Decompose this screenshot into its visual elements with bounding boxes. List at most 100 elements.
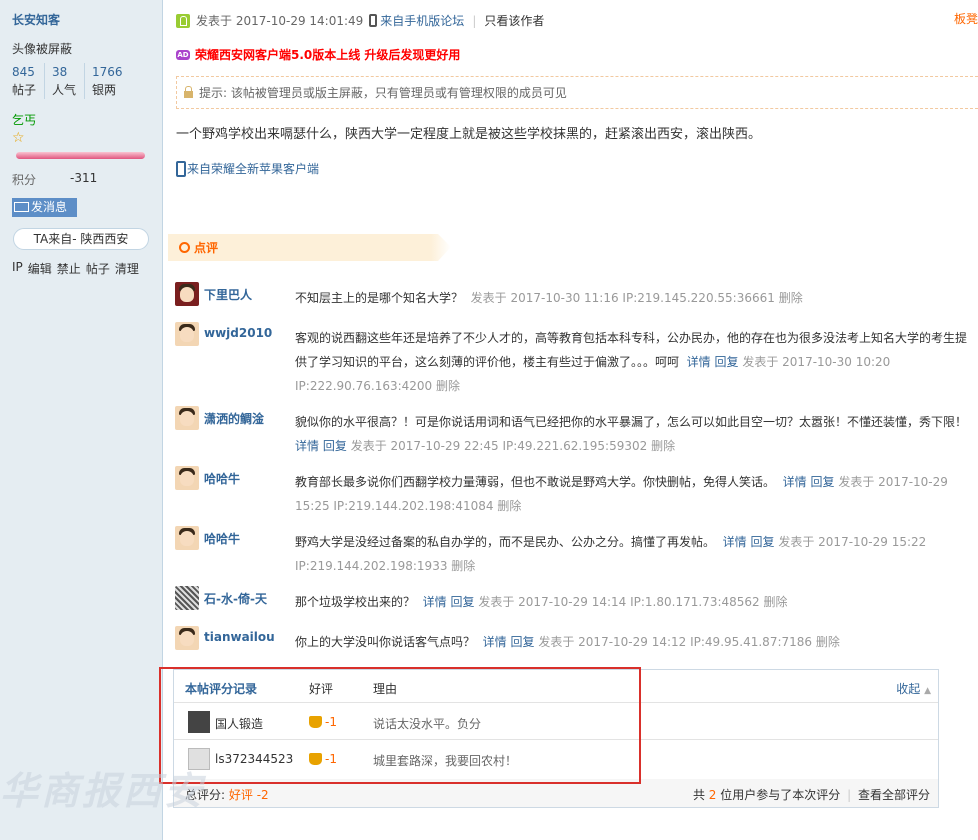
comment-circle-icon [179,242,190,253]
admin-link-edit[interactable]: 编辑 [28,260,52,277]
avatar[interactable] [175,466,199,490]
rating-collapse-button[interactable]: 收起 ▲ [896,680,931,697]
comment-detail-link[interactable]: 详情 [783,475,807,489]
phone-icon [369,14,378,27]
comment-detail-link[interactable]: 详情 [295,439,319,453]
comment-text: 不知层主上的是哪个知名大学？ [295,291,464,305]
post-main: 发表于 2017-10-29 14:01:49 来自手机版论坛 | 只看该作者 … [159,0,978,840]
comment-delete-link[interactable]: 删除 [764,595,788,609]
comment-reply-link[interactable]: 回复 [811,475,835,489]
admin-link-posts[interactable]: 帖子 [86,260,110,277]
posted-time: 2017-10-29 14:01:49 [235,13,364,28]
comment-delete-link[interactable]: 删除 [651,439,675,453]
admin-link-ip[interactable]: IP [12,260,23,277]
stat-money-label: 银两 [92,83,117,97]
send-message-button[interactable]: 发消息 [12,198,77,217]
comment-delete-link[interactable]: 删除 [451,559,475,573]
comments-header: 点评 [168,234,451,261]
comment-text: 你上的大学没叫你说话客气点吗？ [295,635,476,649]
avatar[interactable] [175,626,199,650]
comment-delete-link[interactable]: 删除 [816,635,840,649]
rating-total-value: 好评 -2 [228,788,269,802]
comment-body: 你上的大学没叫你说话客气点吗？ 详情 回复 发表于 2017-10-29 14:… [295,630,978,654]
mobile-forum-link[interactable]: 来自手机版论坛 [380,12,464,29]
admin-link-ban[interactable]: 禁止 [57,260,81,277]
author-username[interactable]: 长安知客 [12,11,60,28]
stat-posts-value: 845 [12,65,35,79]
floor-link[interactable]: 板凳 [954,10,978,27]
comment-body: 野鸡大学是没经过备案的私自办学的，而不是民办、公办之分。搞懂了再发帖。 详情 回… [295,530,978,578]
ad-banner[interactable]: AD 荣耀西安网客户端5.0版本上线 升级后发现更好用 [176,46,460,63]
comment-reply-link[interactable]: 回复 [451,595,475,609]
avatar[interactable] [175,526,199,550]
stat-popularity-value: 38 [52,65,68,79]
author-stats: 845 帖子 38 人气 1766 银两 [5,63,131,99]
participants-prefix: 共 [692,788,705,802]
comment-detail-link[interactable]: 详情 [423,595,447,609]
rating-summary: 共 2 位用户参与了本次评分 | 查看全部评分 [693,786,930,803]
only-author-link[interactable]: 只看该作者 [484,12,544,29]
comment-delete-link[interactable]: 删除 [436,379,460,393]
comment-delete-link[interactable]: 删除 [779,291,803,305]
comment-meta: 发表于 2017-10-29 14:12 IP:49.95.41.87:7186 [538,635,813,649]
rating-collapse-label: 收起 [896,682,921,696]
ad-text: 荣耀西安网客户端5.0版本上线 升级后发现更好用 [195,48,461,62]
stat-money-value: 1766 [92,65,123,79]
stat-popularity[interactable]: 38 人气 [44,63,84,99]
comment-author[interactable]: tianwailou [204,630,275,644]
online-status-icon [176,13,190,28]
envelope-icon [14,202,29,212]
comment-author[interactable]: 下里巴人 [204,286,252,303]
author-rank: 乞丐 [12,113,37,127]
post-content: 一个野鸡学校出来嗝瑟什么，陕西大学一定程度上就是被这些学校抹黑的，赶紧滚出西安，… [176,127,762,142]
comment-author[interactable]: 哈哈牛 [204,530,240,547]
comment-author[interactable]: 石-水-倚-天 [204,590,267,607]
comment-body: 不知层主上的是哪个知名大学？ 发表于 2017-10-30 11:16 IP:2… [295,286,978,310]
comment-reply-link[interactable]: 回复 [323,439,347,453]
caret-up-icon: ▲ [924,686,931,696]
client-source[interactable]: 来自荣耀全新苹果客户端 [176,160,319,177]
comment-body: 那个垃圾学校出来的？ 详情 回复 发表于 2017-10-29 14:14 IP… [295,590,978,614]
comment-text: 貌似你的水平很高？！可是你说话用词和语气已经把你的水平暴漏了，怎么可以如此目空一… [295,415,968,429]
comment-meta: 发表于 2017-10-30 11:16 IP:219.145.220.55:3… [470,291,775,305]
author-sidebar: 长安知客 头像被屏蔽 845 帖子 38 人气 1766 银两 乞丐 ☆ 积分 … [0,0,163,840]
comment-reply-link[interactable]: 回复 [751,535,775,549]
lock-icon [184,86,193,98]
comment-meta: 发表于 2017-10-29 22:45 IP:49.221.62.195:59… [350,439,648,453]
rank-progress-bar [16,152,145,159]
avatar[interactable] [175,322,199,346]
avatar[interactable] [175,406,199,430]
blocked-notice: 提示: 该帖被管理员或版主屏蔽，只有管理员或有管理权限的成员可见 [176,76,978,109]
highlight-annotation [159,667,641,784]
comment-author[interactable]: 潇洒的鲷淦 [204,410,264,427]
view-all-ratings-link[interactable]: 查看全部评分 [858,788,930,802]
send-message-label: 发消息 [31,200,68,214]
comments-header-title: 点评 [194,241,219,255]
comment-text: 教育部长最多说你们西翻学校力量薄弱，但也不敢说是野鸡大学。你快删帖，免得人笑话。 [295,475,776,489]
posted-prefix: 发表于 [196,14,233,28]
comment-body: 貌似你的水平很高？！可是你说话用词和语气已经把你的水平暴漏了，怎么可以如此目空一… [295,410,978,458]
comment-author[interactable]: 哈哈牛 [204,470,240,487]
comment-detail-link[interactable]: 详情 [483,635,507,649]
ad-badge-icon: AD [176,49,190,60]
comment-reply-link[interactable]: 回复 [511,635,535,649]
avatar[interactable] [175,586,199,610]
comment-delete-link[interactable]: 删除 [497,499,521,513]
comment-reply-link[interactable]: 回复 [715,355,739,369]
separator: | [472,13,477,28]
participants-suffix: 位用户参与了本次评分 [720,788,841,802]
comment-author[interactable]: wwjd2010 [204,326,272,340]
star-icon: ☆ [12,130,25,146]
comment-detail-link[interactable]: 详情 [723,535,747,549]
admin-link-clean[interactable]: 清理 [115,260,139,277]
separator: | [847,788,852,802]
mobile-icon [176,160,186,177]
comment-detail-link[interactable]: 详情 [687,355,711,369]
participants-count: 2 [708,788,717,802]
author-location: TA来自- 陕西西安 [13,228,149,250]
comment-text: 那个垃圾学校出来的？ [295,595,416,609]
stat-posts[interactable]: 845 帖子 [5,63,44,99]
avatar[interactable] [175,282,199,306]
stat-money[interactable]: 1766 银两 [84,63,131,99]
comment-body: 客观的说西翻这些年还是培养了不少人才的，高等教育包括本科专科，公办民办，他的存在… [295,326,978,398]
